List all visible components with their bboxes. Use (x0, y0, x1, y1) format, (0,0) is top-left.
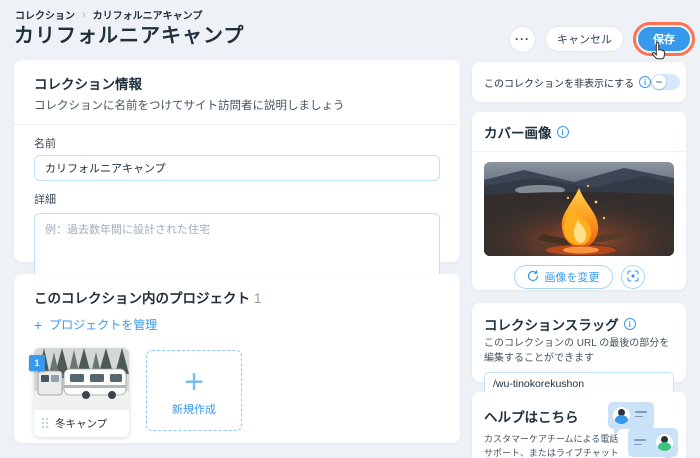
customer-avatar (656, 434, 673, 451)
collection-info-title: コレクション情報 (34, 77, 142, 92)
projects-count: 1 (254, 291, 262, 306)
pointer-cursor-icon (652, 41, 668, 61)
refresh-icon (527, 269, 539, 285)
help-description: カスタマーケアチームによる電話サポート、またはライブチャットをご利用ください。 (484, 434, 619, 458)
projects-card: このコレクション内のプロジェクト 1 + プロジェクトを管理 1 冬キャンプ +… (14, 274, 460, 443)
cover-image-card: カバー画像 i 画像を変更 (472, 112, 686, 290)
plus-icon: + (184, 362, 204, 401)
cover-image-title: カバー画像 (484, 126, 552, 141)
name-input[interactable] (34, 155, 440, 181)
info-icon[interactable]: i (639, 76, 652, 88)
change-image-button[interactable]: 画像を変更 (513, 265, 613, 289)
project-label-row: 冬キャンプ (34, 410, 129, 437)
project-card-winter-camp[interactable]: 1 冬キャンプ (29, 347, 129, 437)
divider (14, 124, 460, 125)
project-thumbnails-row: 1 冬キャンプ + 新規作成 (29, 347, 440, 437)
focal-point-button[interactable] (620, 265, 645, 289)
name-field-label: 名前 (34, 138, 56, 150)
slug-title: コレクションスラッグ (484, 318, 619, 333)
manage-projects-link[interactable]: + プロジェクトを管理 (34, 316, 157, 333)
slug-card: コレクションスラッグ i このコレクションの URL の最後の部分を編集すること… (472, 303, 686, 396)
chat-bubble-icon (628, 428, 678, 458)
visibility-toggle[interactable] (651, 74, 681, 90)
create-new-label: 新規作成 (172, 403, 216, 416)
help-card: ヘルプはこちら カスタマーケアチームによる電話サポート、またはライブチャットをご… (472, 392, 686, 458)
chat-text-lines (634, 439, 646, 448)
support-agent-avatar (613, 407, 630, 424)
more-actions-button[interactable]: ··· (509, 25, 536, 53)
info-icon[interactable]: i (623, 318, 636, 330)
divider (472, 151, 686, 152)
ellipsis-icon: ··· (515, 32, 530, 46)
collection-info-subtitle: コレクションに名前をつけてサイト訪問者に説明しましょう (34, 100, 345, 112)
project-order-badge: 1 (29, 354, 45, 371)
project-name: 冬キャンプ (55, 417, 108, 430)
cancel-button[interactable]: キャンセル (545, 26, 624, 52)
slug-description: このコレクションの URL の最後の部分を編集することができます (484, 338, 670, 364)
change-image-label: 画像を変更 (544, 272, 600, 284)
collection-info-card: コレクション情報 コレクションに名前をつけてサイト訪問者に説明しましょう 名前 … (14, 60, 460, 287)
create-new-project-card[interactable]: + 新規作成 (146, 349, 242, 431)
cover-image-campfire[interactable] (484, 162, 674, 256)
chat-text-lines (635, 411, 647, 420)
projects-title: このコレクション内のプロジェクト 1 (34, 287, 440, 307)
page-title: カリフォルニアキャンプ (14, 25, 245, 47)
drag-handle-icon[interactable] (41, 417, 49, 429)
toggle-knob (652, 75, 667, 89)
project-thumbnail-image (34, 347, 129, 410)
chat-support-illustration (606, 398, 680, 458)
projects-title-text: このコレクション内のプロジェクト (34, 291, 250, 306)
details-field-label: 詳細 (34, 194, 56, 206)
chat-bubble-icon (608, 402, 654, 435)
visibility-label: このコレクションを非表示にする (484, 78, 635, 90)
info-icon[interactable]: i (556, 126, 569, 138)
plus-icon: + (34, 316, 43, 333)
visibility-card: このコレクションを非表示にする i (472, 62, 686, 102)
manage-projects-label: プロジェクトを管理 (49, 318, 158, 332)
focal-point-icon (626, 269, 639, 285)
